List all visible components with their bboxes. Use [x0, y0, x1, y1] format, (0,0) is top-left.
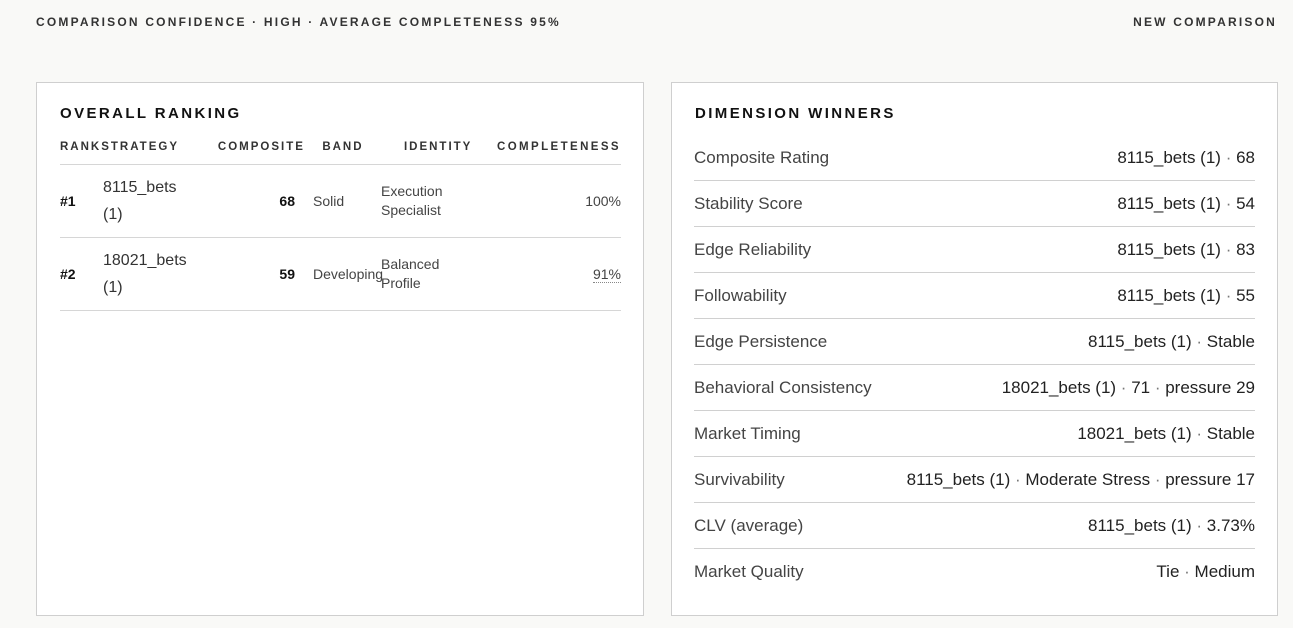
- list-item: Behavioral Consistency 18021_bets (1) · …: [694, 365, 1255, 411]
- identity-line: Execution: [381, 183, 443, 199]
- dimension-winners-list: Composite Rating 8115_bets (1) · 68 Stab…: [694, 135, 1255, 595]
- dimension-label: CLV (average): [694, 515, 804, 535]
- list-item: Market Quality Tie · Medium: [694, 549, 1255, 595]
- winner-detail: 71: [1131, 377, 1151, 397]
- dimension-value: 8115_bets (1) · Stable: [1088, 331, 1255, 351]
- composite-cell: 68: [279, 193, 295, 209]
- ranking-table-header: RANK STRATEGY COMPOSITE BAND IDENTITY COM…: [60, 141, 621, 165]
- winner-detail: Stable: [1206, 423, 1255, 443]
- confidence-summary: COMPARISON CONFIDENCE · HIGH · AVERAGE C…: [36, 15, 561, 29]
- winner-name: 8115_bets (1): [1088, 331, 1192, 351]
- winner-detail: 83: [1236, 239, 1255, 259]
- overall-ranking-panel: OVERALL RANKING RANK STRATEGY COMPOSITE B…: [36, 82, 644, 616]
- identity-cell: Balanced Profile: [381, 255, 479, 293]
- winner-detail: Stable: [1206, 331, 1255, 351]
- dimension-label: Followability: [694, 285, 787, 305]
- rank-cell: #1: [60, 193, 76, 209]
- identity-line: Profile: [381, 275, 421, 291]
- overall-ranking-title: OVERALL RANKING: [60, 105, 242, 122]
- winner-detail: Moderate Stress: [1025, 469, 1151, 489]
- winner-name: 8115_bets (1): [1117, 239, 1221, 259]
- strategy-suffix: (1): [103, 279, 123, 296]
- list-item: Survivability 8115_bets (1) · Moderate S…: [694, 457, 1255, 503]
- ranking-table: RANK STRATEGY COMPOSITE BAND IDENTITY COM…: [60, 141, 621, 311]
- dimension-label: Survivability: [694, 469, 785, 489]
- winner-detail: 68: [1236, 147, 1255, 167]
- winner-detail: 54: [1236, 193, 1255, 213]
- completeness-cell: 100%: [585, 193, 621, 209]
- dimension-value: Tie · Medium: [1156, 562, 1255, 581]
- list-item: Edge Reliability 8115_bets (1) · 83: [694, 227, 1255, 273]
- strategy-name: 18021_bets: [103, 252, 187, 269]
- col-completeness: COMPLETENESS: [496, 141, 621, 153]
- col-band: BAND: [322, 141, 364, 153]
- strategy-name: 8115_bets: [103, 179, 177, 196]
- winner-name: 8115_bets (1): [1117, 285, 1221, 305]
- list-item: Stability Score 8115_bets (1) · 54: [694, 181, 1255, 227]
- identity-cell: Execution Specialist: [381, 182, 479, 220]
- dimension-winners-panel: DIMENSION WINNERS Composite Rating 8115_…: [671, 82, 1278, 616]
- new-comparison-button[interactable]: NEW COMPARISON: [1133, 15, 1277, 29]
- identity-line: Balanced: [381, 256, 440, 272]
- identity-line: Specialist: [381, 202, 441, 218]
- dimension-value: 8115_bets (1) · 68: [1117, 147, 1255, 167]
- dimension-label: Stability Score: [694, 193, 803, 213]
- strategy-suffix: (1): [103, 206, 123, 223]
- list-item: Market Timing 18021_bets (1) · Stable: [694, 411, 1255, 457]
- dimension-value: 8115_bets (1) · 83: [1117, 239, 1255, 259]
- dimension-value: 8115_bets (1) · 3.73%: [1088, 515, 1255, 535]
- col-rank: RANK: [60, 141, 102, 153]
- col-identity: IDENTITY: [403, 141, 473, 153]
- table-row[interactable]: #1 8115_bets (1) 68 Solid Execution Spec…: [60, 165, 621, 238]
- winner-name: Tie: [1156, 562, 1180, 581]
- band-cell: Developing: [313, 266, 384, 282]
- list-item: Edge Persistence 8115_bets (1) · Stable: [694, 319, 1255, 365]
- col-strategy: STRATEGY: [101, 141, 179, 153]
- completeness-value[interactable]: 91%: [592, 266, 621, 283]
- dimension-label: Behavioral Consistency: [694, 377, 872, 397]
- dimension-value: 8115_bets (1) · 54: [1117, 193, 1255, 213]
- composite-cell: 59: [279, 266, 295, 282]
- dimension-label: Market Timing: [694, 423, 801, 443]
- winner-name: 18021_bets (1): [1001, 377, 1117, 397]
- strategy-cell: 8115_bets (1): [103, 174, 185, 228]
- table-row[interactable]: #2 18021_bets (1) 59 Developing Balanced…: [60, 238, 621, 311]
- rank-cell: #2: [60, 266, 76, 282]
- dimension-value: 18021_bets (1) · Stable: [1077, 423, 1255, 443]
- band-cell: Solid: [313, 193, 345, 209]
- winner-name: 8115_bets (1): [1117, 193, 1221, 213]
- dimension-label: Edge Persistence: [694, 331, 828, 351]
- strategy-cell: 18021_bets (1): [103, 247, 187, 301]
- completeness-cell[interactable]: 91%: [479, 266, 621, 283]
- winner-detail: 55: [1236, 285, 1255, 305]
- winner-name: 8115_bets (1): [906, 469, 1011, 489]
- dimension-value: 8115_bets (1) · Moderate Stress · pressu…: [906, 469, 1255, 489]
- dimension-value: 18021_bets (1) · 71 · pressure 29: [1001, 377, 1255, 397]
- dimension-label: Edge Reliability: [694, 239, 812, 259]
- winner-detail: Medium: [1194, 562, 1255, 581]
- dimension-label: Composite Rating: [694, 147, 830, 167]
- winner-detail: 3.73%: [1206, 515, 1255, 535]
- dimension-winners-title: DIMENSION WINNERS: [695, 105, 896, 122]
- winner-name: 8115_bets (1): [1117, 147, 1221, 167]
- top-bar: COMPARISON CONFIDENCE · HIGH · AVERAGE C…: [36, 15, 1277, 29]
- winner-name: 18021_bets (1): [1077, 423, 1192, 443]
- list-item: Composite Rating 8115_bets (1) · 68: [694, 135, 1255, 181]
- dimension-label: Market Quality: [694, 562, 804, 581]
- winner-extra: pressure 29: [1165, 377, 1255, 397]
- winner-name: 8115_bets (1): [1088, 515, 1192, 535]
- list-item: Followability 8115_bets (1) · 55: [694, 273, 1255, 319]
- dimension-value: 8115_bets (1) · 55: [1117, 285, 1255, 305]
- col-composite: COMPOSITE: [217, 141, 305, 153]
- winner-extra: pressure 17: [1165, 469, 1255, 489]
- list-item: CLV (average) 8115_bets (1) · 3.73%: [694, 503, 1255, 549]
